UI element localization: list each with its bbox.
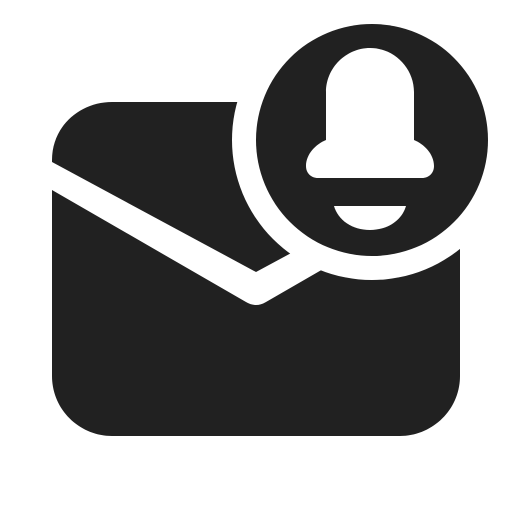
icon-canvas xyxy=(0,0,512,512)
bell-badge xyxy=(256,24,488,256)
mail-alert-icon xyxy=(52,24,488,436)
